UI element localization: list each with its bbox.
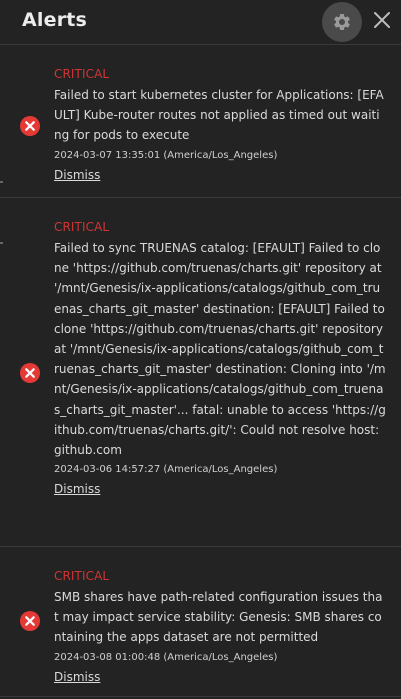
error-circle-icon — [20, 116, 40, 136]
dismiss-button[interactable]: Dismiss — [54, 669, 100, 685]
alert-body: CRITICAL SMB shares have path-related co… — [54, 568, 387, 685]
panel-title: Alerts — [22, 9, 88, 31]
alert-message: Failed to sync TRUENAS catalog: [EFAULT]… — [54, 241, 386, 458]
close-icon — [374, 12, 390, 28]
alert-settings-button[interactable] — [322, 2, 362, 42]
error-circle-icon — [20, 363, 40, 383]
close-button[interactable] — [370, 8, 394, 32]
alert-message: Failed to start kubernetes cluster for A… — [54, 88, 384, 143]
alert-timestamp: 2024-03-07 13:35:01 (America/Los_Angeles… — [54, 149, 278, 161]
alert-item: CRITICAL Failed to start kubernetes clus… — [0, 45, 401, 198]
alerts-panel: Alerts CRITICAL Failed to start kubernet… — [0, 0, 401, 699]
alert-body: CRITICAL Failed to sync TRUENAS catalog:… — [54, 219, 387, 497]
alerts-header: Alerts — [0, 0, 401, 45]
alert-level: CRITICAL — [54, 569, 110, 583]
dismiss-button[interactable]: Dismiss — [54, 481, 100, 497]
dismiss-button[interactable]: Dismiss — [54, 167, 100, 183]
alert-message: SMB shares have path-related configurati… — [54, 590, 383, 645]
alert-level: CRITICAL — [54, 67, 110, 81]
alert-timestamp: 2024-03-06 14:57:27 (America/Los_Angeles… — [54, 464, 278, 476]
alert-level: CRITICAL — [54, 220, 110, 234]
alert-item: CRITICAL SMB shares have path-related co… — [0, 547, 401, 697]
gear-icon — [334, 13, 350, 30]
alert-item: CRITICAL Failed to sync TRUENAS catalog:… — [0, 198, 401, 547]
alert-timestamp: 2024-03-08 01:00:48 (America/Los_Angeles… — [54, 651, 278, 663]
error-circle-icon — [20, 611, 40, 631]
alert-body: CRITICAL Failed to start kubernetes clus… — [54, 66, 387, 183]
